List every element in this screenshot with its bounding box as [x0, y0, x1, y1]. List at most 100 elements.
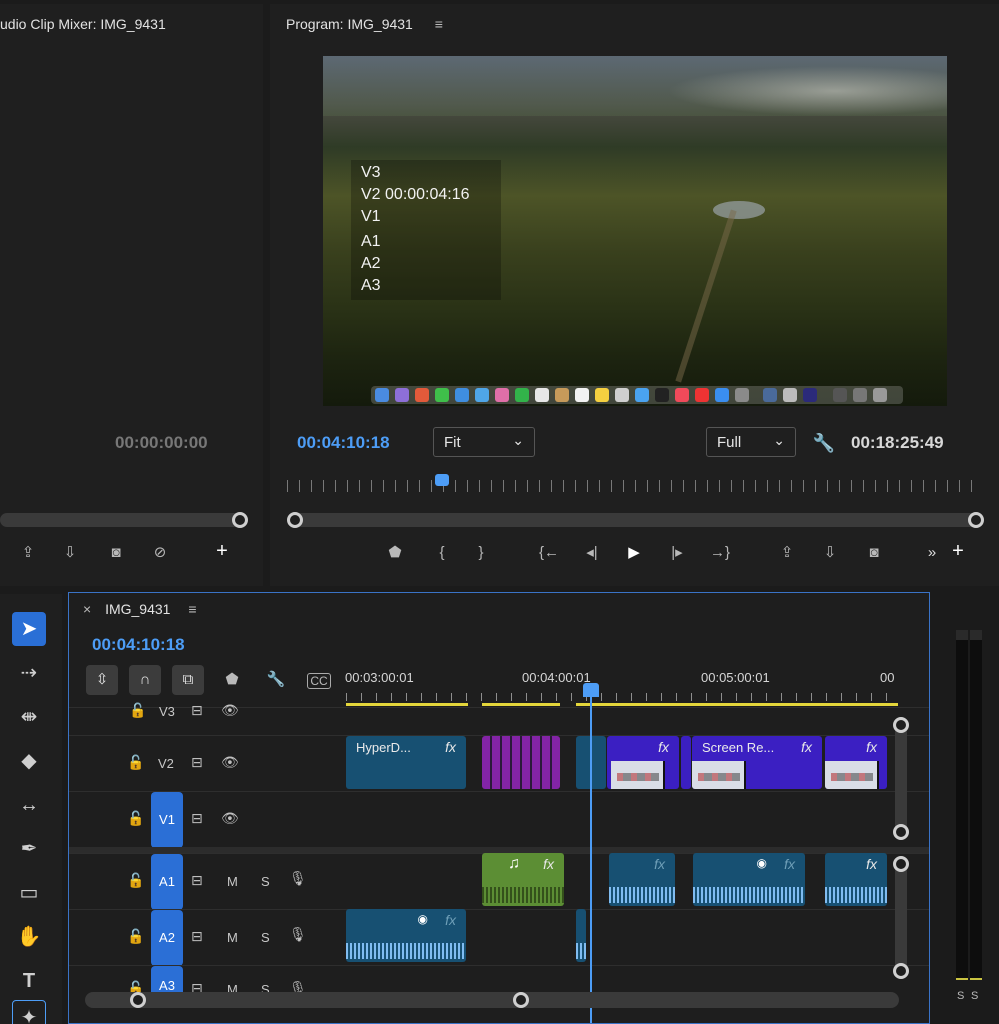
razor-tool-icon[interactable]: ◆ [12, 744, 46, 778]
track-target-a2[interactable]: A2 [151, 910, 183, 966]
clip-short[interactable] [681, 736, 691, 789]
meter-solo-label[interactable]: S [957, 990, 964, 1002]
captions-cc-icon[interactable]: CC [307, 673, 331, 689]
audio-scroll-bottom-handle[interactable] [893, 963, 909, 979]
meter-solo-label[interactable]: S [971, 990, 978, 1002]
lock-icon[interactable]: 🔓 [127, 810, 144, 827]
timeline-tab[interactable]: × IMG_9431 ≡ [83, 601, 197, 617]
clip-audio[interactable]: fx [825, 853, 887, 906]
selection-tool-icon[interactable]: ➤ [12, 612, 46, 646]
clip-music[interactable]: ♫ fx [482, 853, 564, 906]
track-target-a3[interactable]: A3 [151, 966, 183, 995]
more-controls-icon[interactable]: » [920, 542, 944, 564]
close-icon[interactable]: × [83, 601, 91, 617]
clip-segments-magenta[interactable] [482, 736, 560, 789]
nest-sequence-icon[interactable]: ⇳ [86, 665, 118, 695]
quality-dropdown[interactable]: Full ⌄ [706, 427, 796, 457]
eye-icon[interactable]: 👁 [221, 754, 239, 771]
timeline-timecode[interactable]: 00:04:10:18 [92, 635, 185, 655]
clip-audio-short[interactable] [576, 909, 586, 962]
add-button-icon[interactable]: + [210, 540, 234, 562]
solo-button[interactable]: S [261, 874, 270, 889]
program-current-timecode[interactable]: 00:04:10:18 [297, 433, 390, 453]
sync-lock-icon[interactable]: ⊟ [191, 928, 203, 945]
lock-icon[interactable]: 🔓 [127, 754, 144, 771]
fit-dropdown[interactable]: Fit ⌄ [433, 427, 535, 457]
program-ruler[interactable] [287, 480, 982, 492]
hscroll-end-handle[interactable] [513, 992, 529, 1008]
slip-tool-icon[interactable]: ↔ [12, 788, 46, 822]
rectangle-tool-icon[interactable]: ▭ [12, 876, 46, 910]
timeline-settings-wrench-icon[interactable]: 🔧 [264, 669, 288, 691]
add-button-icon[interactable]: + [946, 540, 970, 562]
clip-screen-recording[interactable]: fx [825, 736, 887, 789]
clip-audio[interactable]: ◉ fx [693, 853, 805, 906]
disabled-compare-icon[interactable]: ⊘ [148, 542, 172, 564]
program-zoom-start-handle[interactable] [287, 512, 303, 528]
mute-button[interactable]: M [227, 930, 238, 945]
mixer-panel-title[interactable]: udio Clip Mixer: IMG_9431 [0, 16, 166, 32]
eye-icon[interactable]: 👁 [221, 702, 239, 719]
mixer-scrub-handle[interactable] [232, 512, 248, 528]
mark-in-icon[interactable]: { [430, 542, 454, 564]
program-video-frame[interactable]: V3 V2 00:00:04:16 V1 A1 A2 A3 [323, 56, 947, 406]
eye-icon[interactable]: 👁 [221, 810, 239, 827]
program-scrub-bar[interactable] [288, 513, 982, 527]
video-tracks-scrollbar[interactable] [895, 719, 907, 833]
lock-icon[interactable]: 🔓 [129, 702, 146, 719]
pen-tool-icon[interactable]: ✒ [12, 832, 46, 866]
audio-tracks-scrollbar[interactable] [895, 857, 907, 973]
mixer-scrub-bar[interactable] [0, 513, 246, 527]
lock-icon[interactable]: 🔓 [127, 872, 144, 889]
timeline-playhead-line[interactable] [590, 687, 592, 1023]
track-target-a1[interactable]: A1 [151, 854, 183, 910]
clip-screen-recording[interactable]: fx [607, 736, 679, 789]
wrench-settings-icon[interactable]: 🔧 [812, 432, 836, 454]
hscroll-start-handle[interactable] [130, 992, 146, 1008]
ripple-edit-tool-icon[interactable]: ⇼ [12, 700, 46, 734]
clip-hyperdeck[interactable]: HyperD... fx [346, 736, 466, 789]
clip-audio[interactable]: ◉ fx [346, 909, 466, 962]
timeline-horizontal-scrollbar[interactable] [85, 992, 899, 1008]
camera-icon[interactable]: ◙ [104, 542, 128, 564]
clip-screen-recording[interactable]: Screen Re... fx [692, 736, 822, 789]
go-to-out-icon[interactable]: →} [708, 542, 732, 564]
solo-button[interactable]: S [261, 930, 270, 945]
video-scroll-bottom-handle[interactable] [893, 824, 909, 840]
step-back-icon[interactable]: ◂| [580, 542, 604, 564]
snap-magnet-icon[interactable]: ∩ [129, 665, 161, 695]
program-playhead-marker[interactable] [435, 474, 449, 486]
panel-menu-icon[interactable]: ≡ [435, 16, 443, 32]
step-forward-icon[interactable]: |▸ [665, 542, 689, 564]
extract-icon[interactable]: ⇩ [58, 542, 82, 564]
sync-lock-icon[interactable]: ⊟ [191, 810, 203, 827]
video-scroll-top-handle[interactable] [893, 717, 909, 733]
program-panel-title[interactable]: Program: IMG_9431 ≡ [286, 16, 443, 32]
track-target-v1[interactable]: V1 [151, 792, 183, 848]
lift-icon[interactable]: ⇪ [16, 542, 40, 564]
add-marker-icon[interactable]: ⬟ [220, 669, 244, 691]
linked-selection-icon[interactable]: ⧉ [172, 665, 204, 695]
microphone-icon[interactable]: 🎙 [289, 870, 307, 887]
type-tool-icon[interactable]: T [12, 964, 46, 998]
mute-button[interactable]: M [227, 874, 238, 889]
sync-lock-icon[interactable]: ⊟ [191, 702, 203, 719]
audio-scroll-top-handle[interactable] [893, 856, 909, 872]
timeline-ruler-ticks[interactable] [346, 693, 898, 701]
mark-out-icon[interactable]: } [469, 542, 493, 564]
play-icon[interactable]: ▶ [622, 542, 646, 564]
go-to-in-icon[interactable]: {← [537, 542, 561, 564]
panel-menu-icon[interactable]: ≡ [188, 601, 196, 617]
program-zoom-end-handle[interactable] [968, 512, 984, 528]
sync-lock-icon[interactable]: ⊟ [191, 754, 203, 771]
track-select-tool-icon[interactable]: ⇢ [12, 656, 46, 690]
extract-icon[interactable]: ⇩ [818, 542, 842, 564]
lock-icon[interactable]: 🔓 [127, 928, 144, 945]
lift-icon[interactable]: ⇪ [775, 542, 799, 564]
clip-audio[interactable]: fx [609, 853, 675, 906]
remix-tool-icon[interactable]: ✦ [12, 1000, 46, 1024]
sync-lock-icon[interactable]: ⊟ [191, 872, 203, 889]
microphone-icon[interactable]: 🎙 [289, 926, 307, 943]
add-marker-icon[interactable]: ⬟ [383, 542, 407, 564]
hand-tool-icon[interactable]: ✋ [12, 920, 46, 954]
